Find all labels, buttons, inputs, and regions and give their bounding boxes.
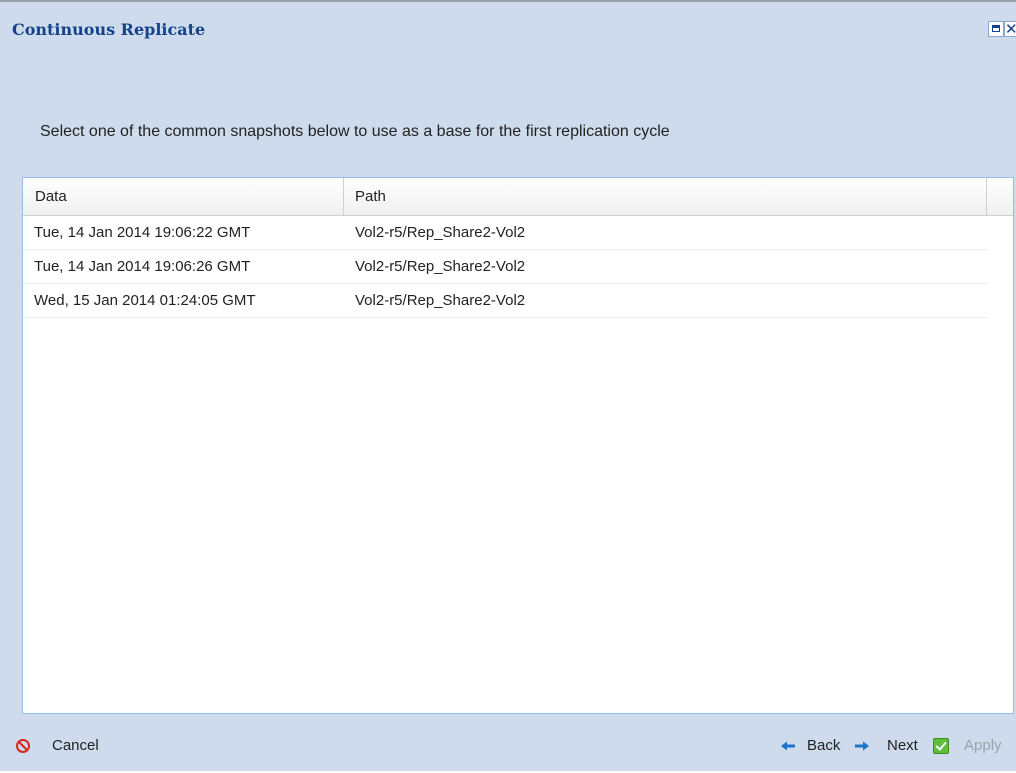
cell-data: Tue, 14 Jan 2014 19:06:26 GMT [34,258,251,275]
cell-path: Vol2-r5/Rep_Share2-Vol2 [355,224,526,241]
instruction-text: Select one of the common snapshots below… [40,123,670,140]
back-label: Back [807,737,841,754]
snapshot-grid: Data Path Tue, 14 Jan 2014 19:06:22 GMT … [22,177,1014,714]
column-header-filler [987,178,1013,215]
table-row[interactable]: Wed, 15 Jan 2014 01:24:05 GMT Vol2-r5/Re… [23,284,988,318]
table-row[interactable]: Tue, 14 Jan 2014 19:06:22 GMT Vol2-r5/Re… [23,216,988,250]
cancel-icon [16,739,30,753]
cancel-label: Cancel [52,737,99,754]
cell-data: Wed, 15 Jan 2014 01:24:05 GMT [34,292,256,309]
window-titlebar: Continuous Replicate ✕ [0,2,1016,42]
check-icon [933,738,949,754]
grid-header: Data Path [23,178,1013,216]
arrow-right-icon [855,741,869,751]
next-label: Next [887,737,918,754]
maximize-icon[interactable] [988,21,1004,37]
arrow-left-icon [781,741,795,751]
cell-data: Tue, 14 Jan 2014 19:06:22 GMT [34,224,251,241]
apply-label: Apply [964,737,1002,754]
cell-path: Vol2-r5/Rep_Share2-Vol2 [355,292,526,309]
window-title: Continuous Replicate [12,20,206,39]
close-icon[interactable]: ✕ [1004,20,1016,38]
button-bar: Cancel Back Next Apply [0,720,1016,773]
table-row[interactable]: Tue, 14 Jan 2014 19:06:26 GMT Vol2-r5/Re… [23,250,988,284]
column-header-data[interactable]: Data [23,178,344,215]
column-header-path[interactable]: Path [344,178,987,215]
continuous-replicate-window: Continuous Replicate ✕ Select one of the… [0,0,1016,771]
cell-path: Vol2-r5/Rep_Share2-Vol2 [355,258,526,275]
